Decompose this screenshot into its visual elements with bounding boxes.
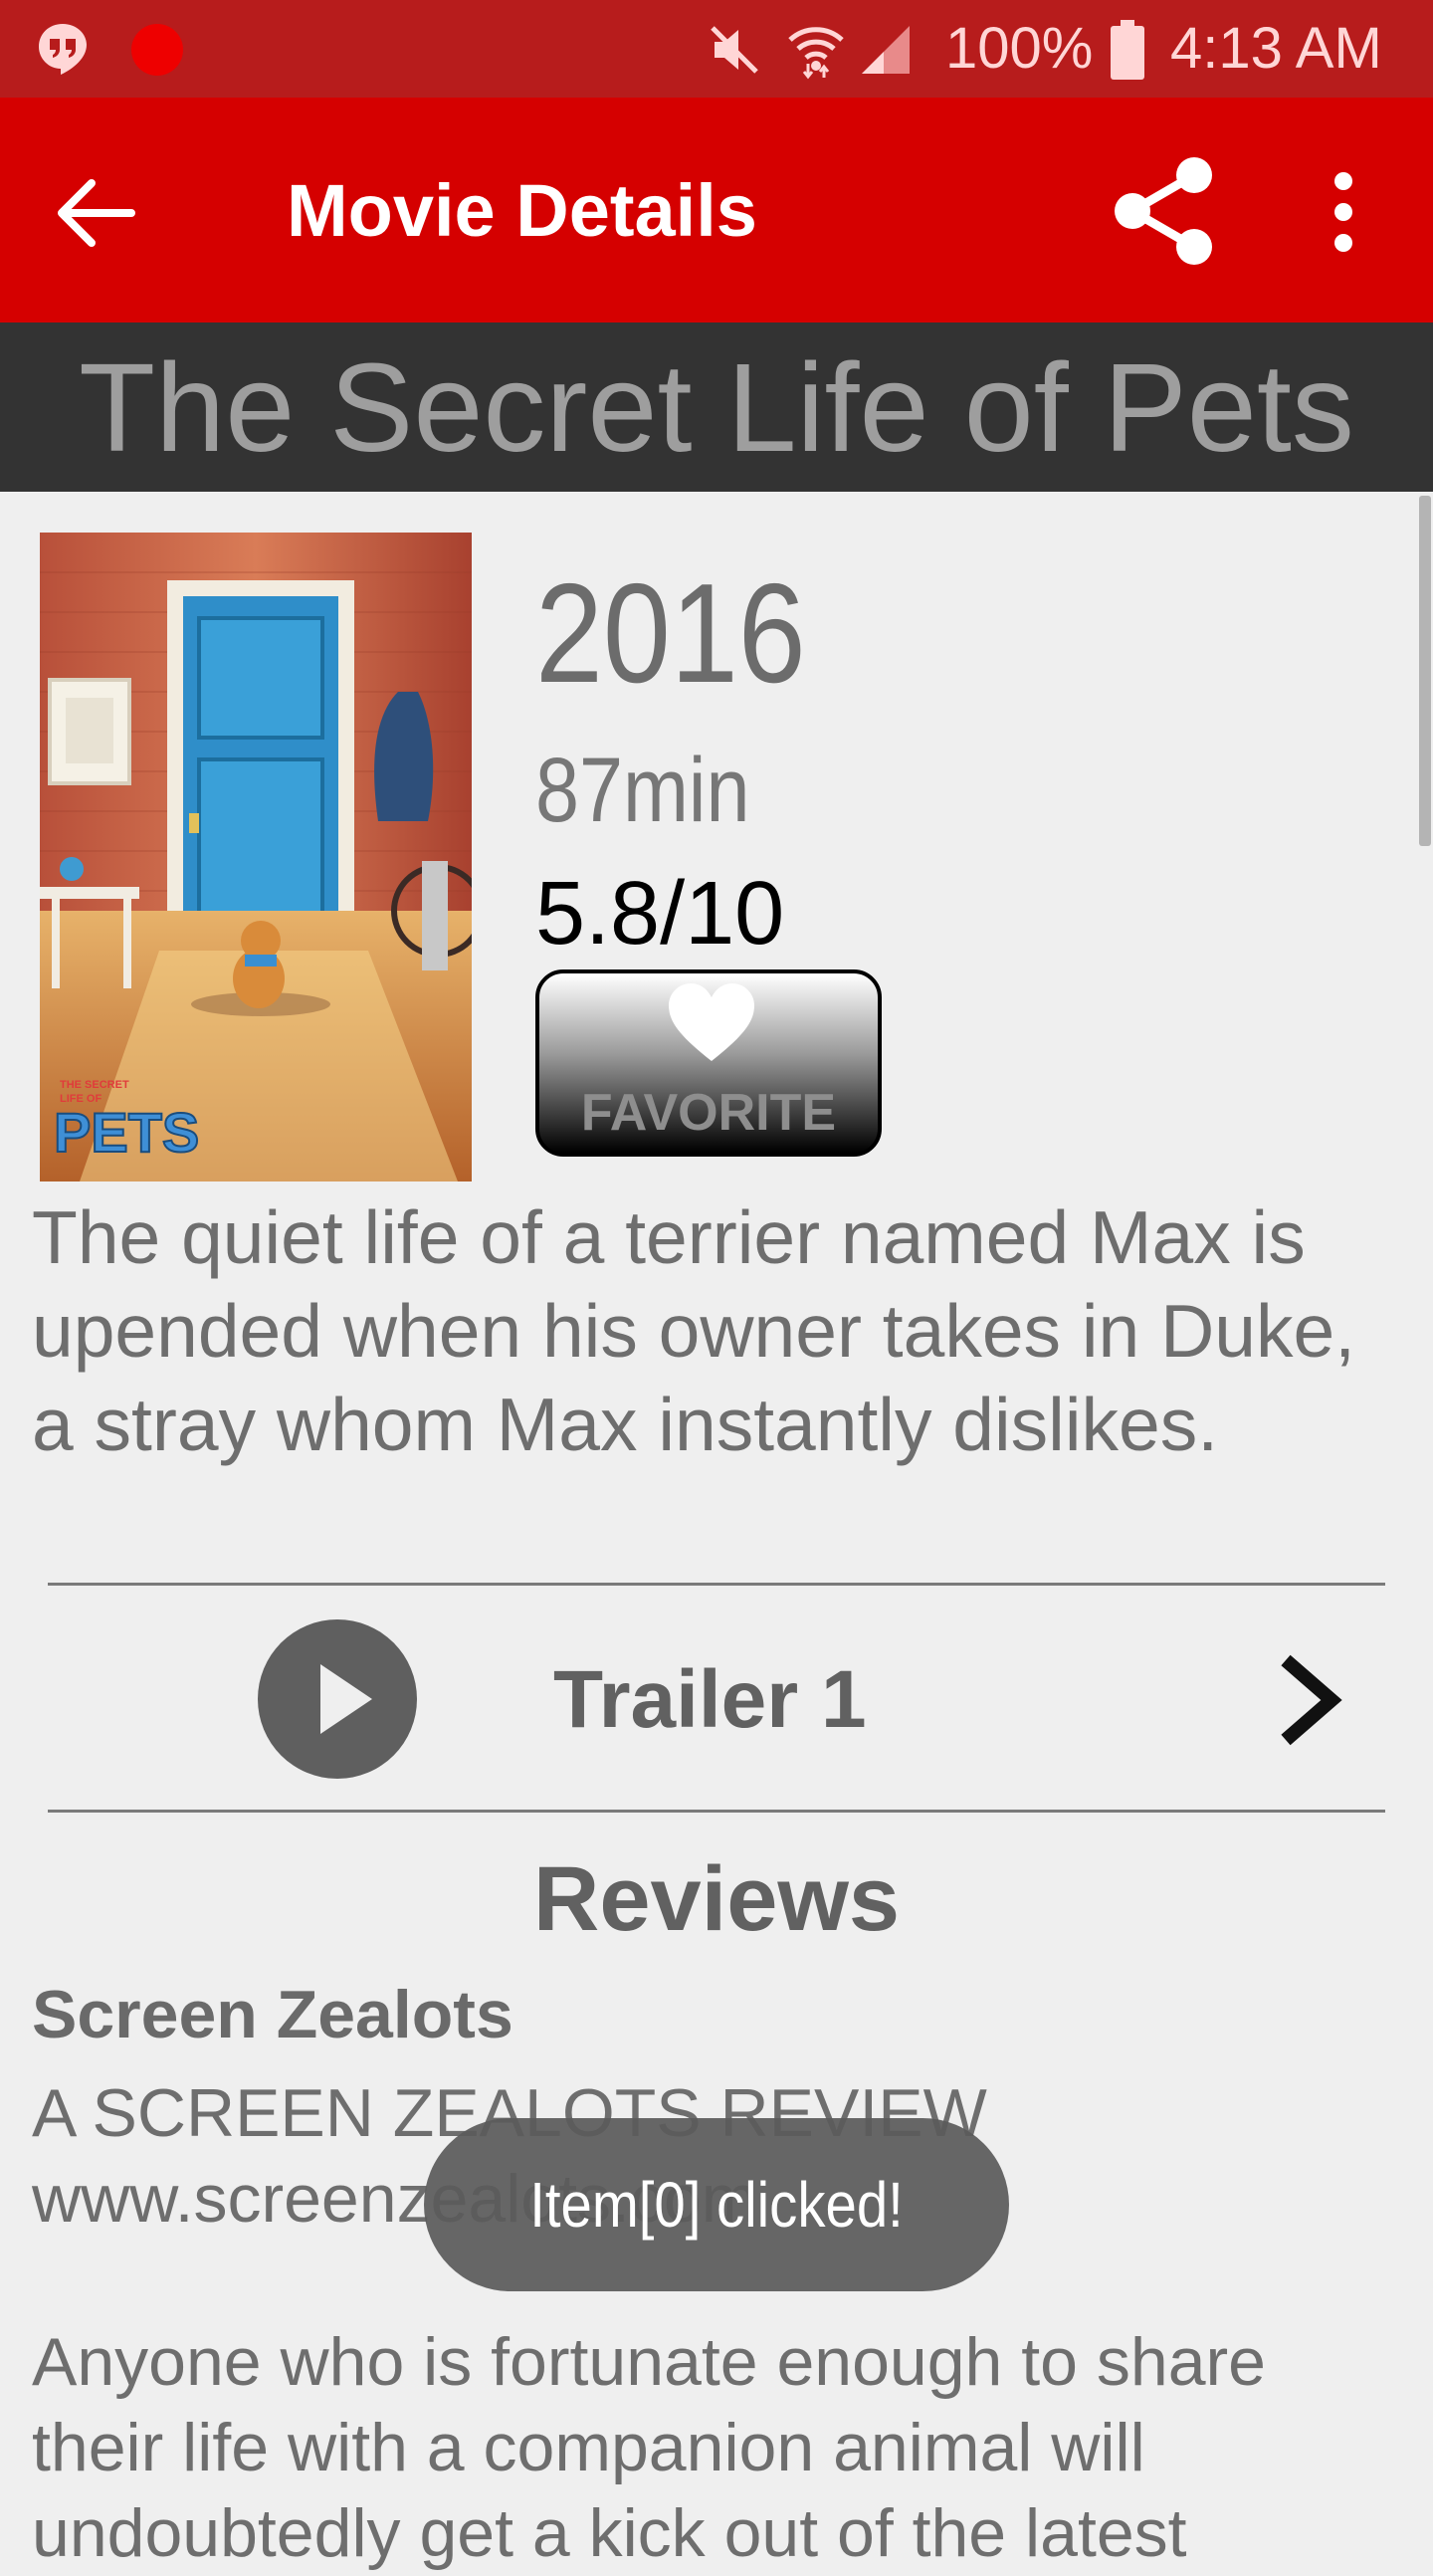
favorite-button[interactable]: FAVORITE bbox=[535, 969, 882, 1157]
status-clock: 4:13 AM bbox=[1170, 16, 1382, 81]
movie-poster: THE SECRET LIFE OF PETS bbox=[40, 533, 472, 1181]
more-vert-icon[interactable] bbox=[1324, 171, 1363, 253]
play-icon[interactable] bbox=[257, 1618, 418, 1780]
app-bar-title: Movie Details bbox=[287, 169, 757, 252]
reviews-heading: Reviews bbox=[532, 1848, 901, 1950]
status-bar: 100% 4:13 AM bbox=[0, 0, 1433, 98]
battery-percent: 100% bbox=[945, 16, 1094, 81]
arrow-back-icon[interactable] bbox=[52, 175, 135, 251]
divider bbox=[48, 1810, 1385, 1813]
app-bar: Movie Details bbox=[0, 98, 1433, 322]
svg-text:PETS: PETS bbox=[54, 1101, 199, 1164]
trailer-label: Trailer 1 bbox=[553, 1654, 867, 1745]
movie-title-banner: The Secret Life of Pets bbox=[0, 322, 1433, 492]
chevron-right-icon[interactable] bbox=[1274, 1652, 1343, 1748]
svg-text:THE SECRET: THE SECRET bbox=[60, 1079, 129, 1091]
rating: 5.8/10 bbox=[535, 864, 785, 964]
battery-icon bbox=[1111, 20, 1144, 80]
heart-icon bbox=[669, 983, 754, 1061]
trailer-row[interactable]: Trailer 1 bbox=[0, 1589, 1433, 1808]
review-body-continued: Anyone who is fortunate enough to share … bbox=[32, 2324, 1266, 2571]
hangouts-icon bbox=[39, 24, 87, 75]
wifi-icon bbox=[788, 27, 844, 80]
cell-signal-icon bbox=[862, 26, 910, 74]
runtime: 87min bbox=[535, 740, 750, 841]
scrollbar-thumb[interactable] bbox=[1419, 496, 1431, 846]
divider bbox=[48, 1583, 1385, 1586]
movie-overview: The quiet life of a terrier named Max is… bbox=[32, 1195, 1356, 1466]
toast-text: Item[0] clicked! bbox=[529, 2169, 904, 2241]
share-icon[interactable] bbox=[1111, 155, 1218, 267]
recording-dot-icon bbox=[131, 24, 183, 76]
favorite-label: FAVORITE bbox=[580, 1084, 837, 1142]
review-author: Screen Zealots bbox=[32, 1977, 513, 2052]
release-year: 2016 bbox=[535, 554, 806, 713]
toast: Item[0] clicked! bbox=[424, 2118, 1009, 2291]
mute-icon bbox=[711, 26, 758, 74]
movie-title: The Secret Life of Pets bbox=[79, 337, 1354, 478]
